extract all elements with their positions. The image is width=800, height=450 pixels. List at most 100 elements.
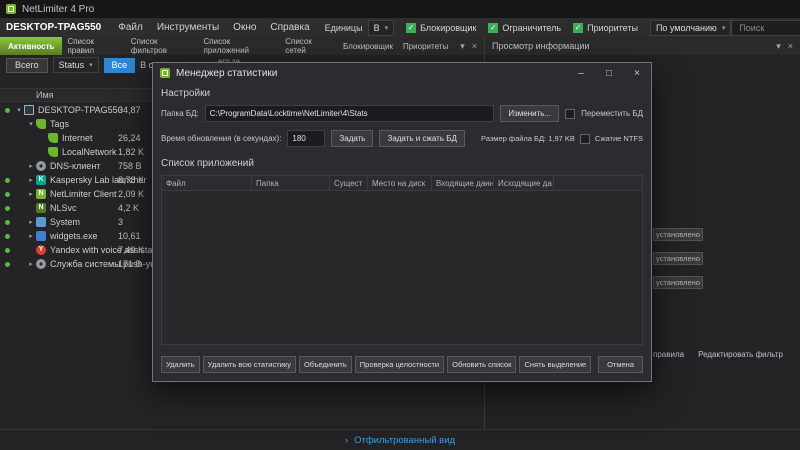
tab[interactable]: Приоритеты xyxy=(398,37,453,55)
dialog-action-button[interactable]: Проверка целостности xyxy=(354,356,445,373)
status-dropdown[interactable]: Status ▾ xyxy=(52,57,99,73)
close-icon[interactable]: × xyxy=(623,63,651,83)
online-dot xyxy=(5,220,10,225)
expand-arrow-icon[interactable]: ▸ xyxy=(26,162,36,170)
tag-icon xyxy=(48,147,58,157)
tab-tools-left: ▾ × xyxy=(453,37,484,55)
host-name[interactable]: DESKTOP-TPAG550 xyxy=(6,22,101,33)
close-icon[interactable]: × xyxy=(788,41,793,51)
bottom-bar: › Отфильтрованный вид xyxy=(0,429,800,450)
column-header[interactable]: Папка xyxy=(252,176,330,190)
total-button[interactable]: Всего xyxy=(6,57,48,73)
expand-arrow-icon[interactable]: ▾ xyxy=(14,106,24,114)
checkbox-icon[interactable]: ✓ xyxy=(488,22,499,33)
gear-icon xyxy=(36,161,46,171)
search-input[interactable] xyxy=(737,21,800,34)
expand-arrow-icon[interactable]: ▸ xyxy=(26,232,36,240)
set-and-compact-button[interactable]: Задать и сжать БД xyxy=(379,130,465,147)
menu-item[interactable]: Справка xyxy=(263,22,316,33)
installed-badge[interactable]: установлено xyxy=(653,276,703,289)
statistics-manager-dialog: Менеджер статистики – □ × Настройки Папк… xyxy=(152,62,652,382)
set-button[interactable]: Задать xyxy=(331,130,374,147)
online-dot xyxy=(5,234,10,239)
tree-row-value: 34,87 xyxy=(118,105,141,115)
refresh-row: Время обновления (в секундах): Задать За… xyxy=(161,130,643,147)
refresh-label: Время обновления (в секундах): xyxy=(161,134,282,143)
installed-badge[interactable]: установлено xyxy=(653,252,703,265)
dialog-action-button[interactable]: Объединить xyxy=(298,356,352,373)
maximize-icon[interactable]: □ xyxy=(595,63,623,83)
tab[interactable]: Активность xyxy=(0,37,63,55)
column-header[interactable]: Место на диск xyxy=(368,176,432,190)
expand-arrow-icon[interactable]: ▸ xyxy=(26,218,36,226)
column-header[interactable]: Файл xyxy=(162,176,252,190)
checkbox-icon[interactable]: ✓ xyxy=(573,22,584,33)
yandex-icon: Y xyxy=(36,245,46,255)
dialog-footer-buttons: Удалить Удалить всю статистику Объединить П… xyxy=(161,356,592,373)
computer-icon xyxy=(24,105,34,115)
apps-table-body[interactable] xyxy=(162,191,642,344)
tab[interactable]: Список приложений xyxy=(199,37,281,55)
settings-section-label: Настройки xyxy=(161,88,211,99)
gear-icon xyxy=(36,259,46,269)
dialog-action-button[interactable]: Удалить всю статистику xyxy=(202,356,296,373)
tree-row-label: LocalNetwork xyxy=(62,147,117,157)
dialog-action-button[interactable]: Снять выделение xyxy=(519,356,592,373)
online-dot xyxy=(5,192,10,197)
toggle[interactable]: ✓ Блокировщик xyxy=(406,22,476,33)
tab-tools-right: ▾ × xyxy=(769,41,800,52)
tree-row-label: Internet xyxy=(62,133,93,143)
installed-badge[interactable]: установлено xyxy=(653,228,703,241)
expand-arrow-icon[interactable]: ▸ xyxy=(26,260,36,268)
tree-row-value: 758 B xyxy=(118,161,142,171)
tab[interactable]: Список правил xyxy=(62,37,125,55)
menu-item[interactable]: Окно xyxy=(226,22,263,33)
apps-table-header: Файл Папка Сущест Место на диск Входящие дан… xyxy=(162,176,642,191)
tree-row-value: 4,2 K xyxy=(118,203,140,213)
chevron-down-icon[interactable]: ▾ xyxy=(460,41,465,52)
cancel-button[interactable]: Отмена xyxy=(598,356,643,373)
toggle-label: Ограничитель xyxy=(502,22,562,33)
filtered-view-link[interactable]: Отфильтрованный вид xyxy=(354,435,455,446)
column-header[interactable]: Исходящие да xyxy=(494,176,554,190)
menu-item[interactable]: Инструменты xyxy=(150,22,226,33)
toggle[interactable]: ✓ Приоритеты xyxy=(573,22,638,33)
move-db-checkbox[interactable] xyxy=(565,108,576,119)
close-icon[interactable]: × xyxy=(472,41,477,51)
rules-link[interactable]: правила xyxy=(653,350,684,359)
netlimiter-logo-icon xyxy=(160,68,170,78)
column-header[interactable]: Сущест xyxy=(330,176,368,190)
tab[interactable]: Список сетей xyxy=(280,37,338,55)
expand-arrow-icon[interactable]: ▸ xyxy=(26,190,36,198)
chevron-down-icon[interactable]: ▾ xyxy=(776,41,781,52)
info-links: правила Редактировать фильтр xyxy=(653,350,783,359)
edit-filter-link[interactable]: Редактировать фильтр xyxy=(698,350,783,359)
preset-dropdown[interactable]: По умолчанию ▾ xyxy=(649,19,732,36)
db-folder-input[interactable] xyxy=(204,105,495,122)
change-button[interactable]: Изменить... xyxy=(500,105,560,122)
menubar-toggles: ✓ Блокировщик ✓ Ограничитель ✓ Приоритеты xyxy=(394,22,638,33)
checkbox-icon[interactable]: ✓ xyxy=(406,22,417,33)
tab[interactable]: Список фильтров xyxy=(126,37,199,55)
expand-arrow-icon[interactable]: ▾ xyxy=(26,120,36,128)
tab[interactable]: Блокировщик xyxy=(338,37,398,55)
widgets-icon xyxy=(36,231,46,241)
all-button[interactable]: Все xyxy=(103,57,136,73)
tree-row-value: 10,61 xyxy=(118,231,141,241)
units-dropdown[interactable]: B ▾ xyxy=(367,19,395,36)
dialog-window-controls: – □ × xyxy=(567,63,651,83)
expand-arrow-icon[interactable]: ▸ xyxy=(26,176,36,184)
ntfs-compress-checkbox[interactable] xyxy=(579,133,590,144)
dialog-footer: Удалить Удалить всю статистику Объединить П… xyxy=(153,356,651,381)
apps-section-label: Список приложений xyxy=(161,158,254,169)
units-value: B xyxy=(373,22,380,33)
dialog-action-button[interactable]: Обновить список xyxy=(447,356,517,373)
dialog-titlebar[interactable]: Менеджер статистики – □ × xyxy=(153,63,651,83)
refresh-input[interactable] xyxy=(287,130,326,147)
minimize-icon[interactable]: – xyxy=(567,63,595,83)
kaspersky-icon: K xyxy=(36,175,46,185)
column-header[interactable]: Входящие данн xyxy=(432,176,494,190)
menu-item[interactable]: Файл xyxy=(111,22,150,33)
dialog-action-button[interactable]: Удалить xyxy=(161,356,200,373)
toggle[interactable]: ✓ Ограничитель xyxy=(488,22,562,33)
